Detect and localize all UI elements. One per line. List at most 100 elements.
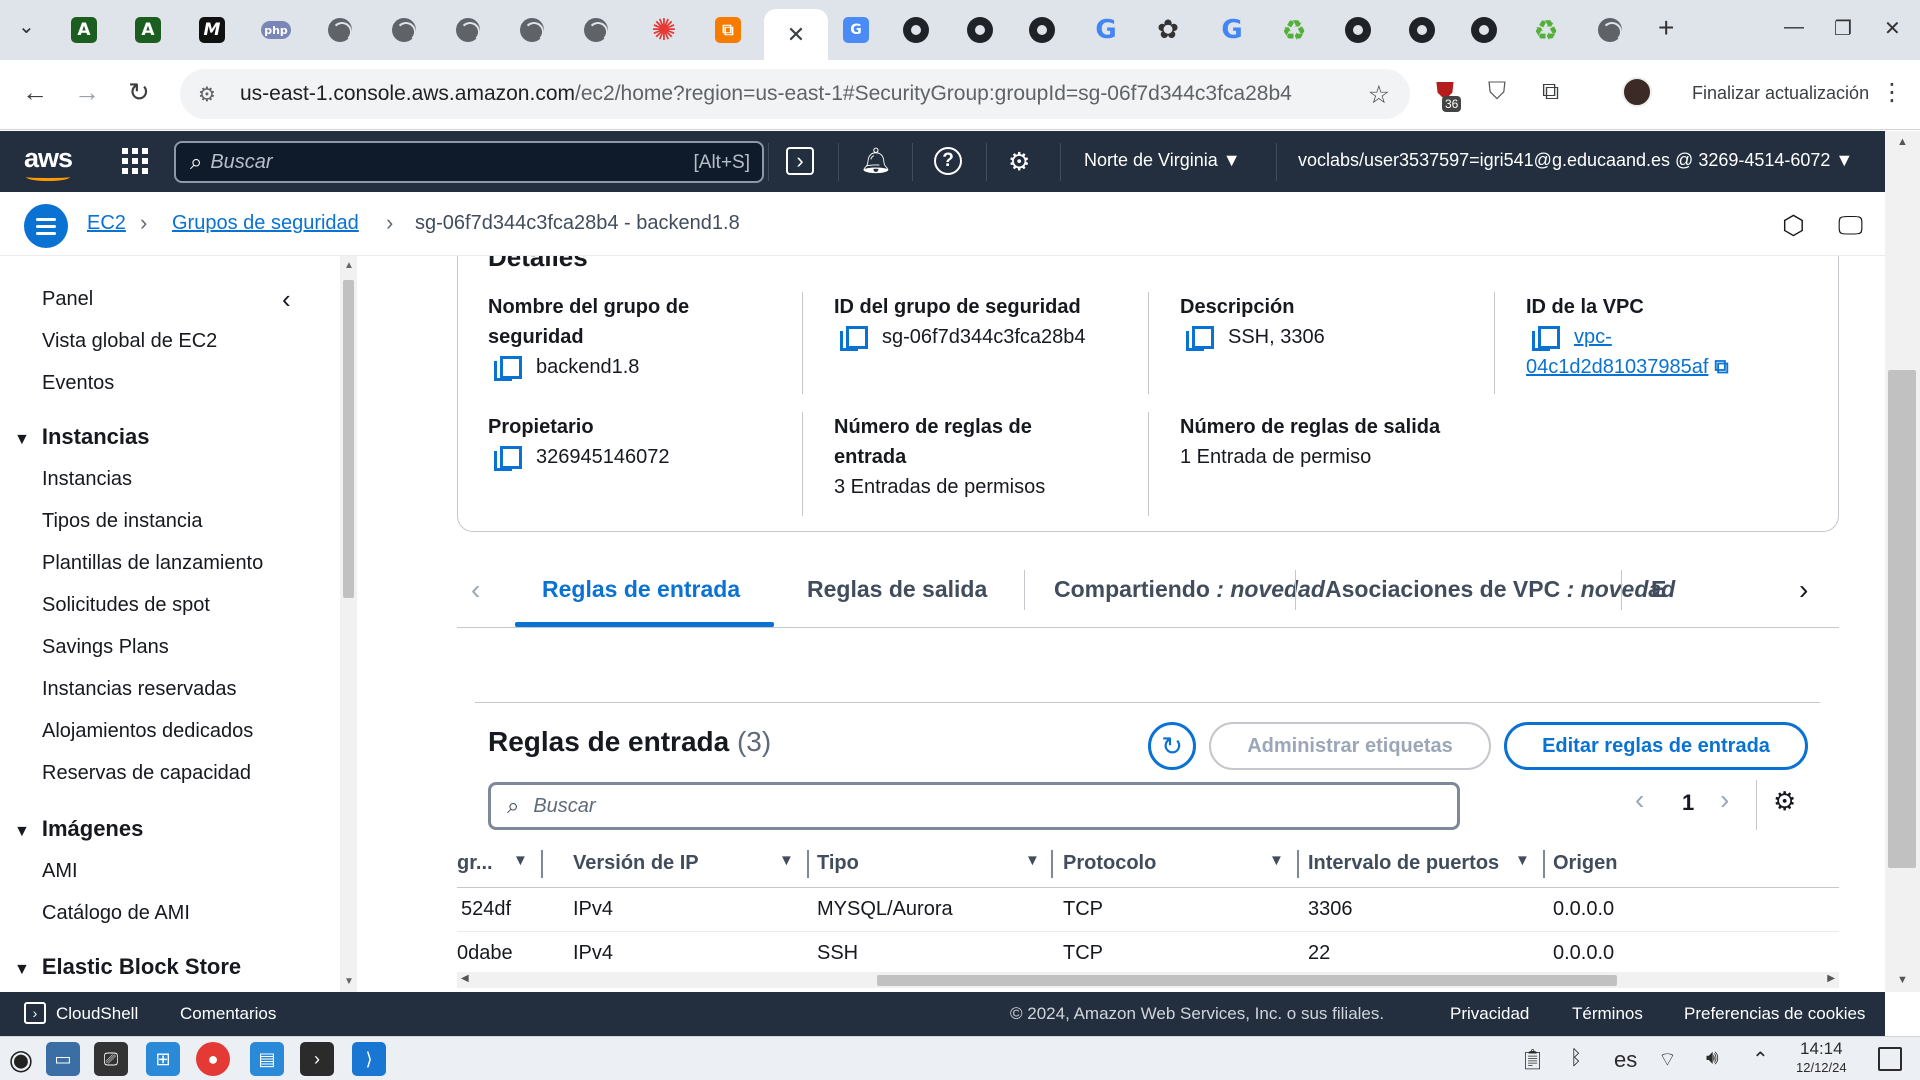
sidebar-item-reserved[interactable]: Instancias reservadas	[42, 678, 237, 701]
scroll-right-arrow-icon[interactable]: ▶	[1827, 973, 1835, 984]
column-header-source[interactable]: Origen	[1553, 852, 1617, 875]
bookmark-star-icon[interactable]: ☆	[1368, 80, 1390, 110]
column-resizer[interactable]	[807, 850, 809, 878]
copy-icon[interactable]	[494, 446, 522, 472]
sidebar-item-spot-requests[interactable]: Solicitudes de spot	[42, 594, 210, 617]
finish-update-button[interactable]: Finalizar actualización	[1692, 83, 1869, 104]
info-hexagon-icon[interactable]: ⬡	[1782, 210, 1805, 241]
display-settings-icon[interactable]: 🖵︎	[1838, 210, 1863, 242]
browser-tab[interactable]	[1394, 10, 1450, 50]
new-tab-icon[interactable]: +	[1658, 12, 1674, 44]
store-icon[interactable]: ⊞	[146, 1042, 180, 1076]
browser-tab[interactable]: A	[56, 10, 112, 50]
copy-icon[interactable]	[1532, 326, 1560, 352]
chrome-icon[interactable]: ●	[196, 1042, 230, 1076]
sidebar-item-ami-catalog[interactable]: Catálogo de AMI	[42, 902, 190, 925]
breadcrumb-ec2[interactable]: EC2	[87, 212, 126, 235]
profile-avatar[interactable]	[1622, 77, 1652, 107]
sidebar-item-instances[interactable]: Instancias	[42, 468, 132, 491]
breadcrumb-security-groups[interactable]: Grupos de seguridad	[172, 212, 359, 235]
show-desktop-icon[interactable]	[1878, 1047, 1902, 1071]
table-horizontal-scrollbar[interactable]: ◀ ▶	[457, 972, 1839, 988]
column-header-protocol[interactable]: Protocolo	[1063, 852, 1156, 875]
minimize-icon[interactable]: —	[1784, 16, 1804, 39]
column-resizer[interactable]	[541, 850, 543, 878]
browser-tab[interactable]: ✿	[1140, 10, 1196, 50]
sort-caret-icon[interactable]: ▼	[513, 852, 528, 869]
account-menu[interactable]: voclabs/user3537597=igri541@g.educaand.e…	[1298, 150, 1853, 171]
aws-search-input[interactable]: ⌕ Buscar [Alt+S]	[174, 141, 764, 183]
tab-outbound-rules[interactable]: Reglas de salida	[807, 576, 987, 603]
column-header-rule-id[interactable]: gr...	[457, 852, 493, 875]
sidebar-item-events[interactable]: Eventos	[42, 372, 114, 395]
browser-tab[interactable]: A	[120, 10, 176, 50]
desktop-icon[interactable]: ▭	[46, 1042, 80, 1076]
scroll-up-arrow-icon[interactable]: ▲	[344, 260, 354, 271]
sort-caret-icon[interactable]: ▼	[1515, 852, 1530, 869]
sidebar-item-capacity[interactable]: Reservas de capacidad	[42, 762, 251, 785]
sidebar-item-dedicated-hosts[interactable]: Alojamientos dedicados	[42, 720, 253, 743]
forward-icon[interactable]: →	[74, 77, 100, 108]
prev-page-icon[interactable]: ‹	[1635, 784, 1644, 816]
browser-tab[interactable]: php	[248, 10, 304, 50]
tab-sharing[interactable]: Compartiendo : novedad	[1054, 576, 1325, 603]
browser-tab[interactable]	[1456, 10, 1512, 50]
terms-link[interactable]: Términos	[1572, 1004, 1643, 1024]
browser-tab-active[interactable]: ✕	[764, 9, 828, 60]
sidebar-item-launch-templates[interactable]: Plantillas de lanzamiento	[42, 552, 263, 575]
cookie-preferences-link[interactable]: Preferencias de cookies	[1684, 1004, 1865, 1024]
terminal-icon[interactable]: ⎚	[94, 1042, 128, 1076]
browser-tab[interactable]: G	[1078, 10, 1134, 50]
sidebar-item-global-view[interactable]: Vista global de EC2	[42, 330, 217, 353]
address-bar[interactable]: ⚙ us-east-1.console.aws.amazon.com/ec2/h…	[180, 69, 1410, 119]
scroll-left-arrow-icon[interactable]: ◀	[461, 973, 469, 984]
edit-inbound-rules-button[interactable]: Editar reglas de entrada	[1504, 722, 1808, 770]
manage-tags-button[interactable]: Administrar etiquetas	[1209, 722, 1491, 770]
sidebar-section-instances[interactable]: ▼ Instancias	[14, 424, 149, 450]
volume-icon[interactable]: 🔊︎	[1706, 1047, 1719, 1070]
column-resizer[interactable]	[1297, 850, 1299, 878]
cloudshell-icon[interactable]: ›	[24, 1002, 46, 1024]
cloudshell-icon[interactable]: ›	[786, 147, 814, 175]
sort-caret-icon[interactable]: ▼	[1269, 852, 1284, 869]
tabs-scroll-right-icon[interactable]: ›	[1799, 574, 1808, 606]
sidebar-item-ami[interactable]: AMI	[42, 860, 78, 883]
browser-tab[interactable]	[312, 10, 368, 50]
column-resizer[interactable]	[1051, 850, 1053, 878]
close-window-icon[interactable]: ✕	[1884, 16, 1901, 41]
column-header-port-range[interactable]: Intervalo de puertos	[1308, 852, 1499, 875]
refresh-button[interactable]: ↻	[1148, 722, 1196, 770]
region-selector[interactable]: Norte de Virginia ▼	[1084, 150, 1241, 171]
tray-expand-icon[interactable]: ⌃	[1752, 1047, 1769, 1072]
browser-tab[interactable]: ✺	[636, 10, 692, 50]
help-icon[interactable]: ?	[934, 147, 962, 175]
browser-tab[interactable]	[1014, 10, 1070, 50]
reload-icon[interactable]: ↻	[128, 77, 150, 108]
scroll-up-arrow-icon[interactable]: ▲	[1897, 136, 1908, 148]
cloudshell-link[interactable]: CloudShell	[56, 1004, 138, 1024]
sidebar-section-ebs[interactable]: ▼ Elastic Block Store	[14, 954, 241, 980]
table-row[interactable]: 0dabe IPv4 SSH TCP 22 0.0.0.0	[457, 932, 1839, 976]
collapse-sidebar-chevron-icon[interactable]: ‹	[282, 284, 291, 315]
browser-tab[interactable]	[376, 10, 432, 50]
browser-tab[interactable]	[1582, 10, 1638, 50]
page-number[interactable]: 1	[1682, 790, 1694, 816]
tab-list-chevron-icon[interactable]: ⌄	[18, 14, 35, 39]
system-clock[interactable]: 14:14 12/12/24	[1796, 1039, 1847, 1077]
vpc-link[interactable]: 04c1d2d81037985af	[1526, 352, 1708, 382]
sidebar-item-panel[interactable]: Panel	[42, 288, 93, 311]
column-header-type[interactable]: Tipo	[817, 852, 859, 875]
privacy-link[interactable]: Privacidad	[1450, 1004, 1529, 1024]
copy-icon[interactable]	[840, 326, 868, 352]
browser-tab[interactable]	[1330, 10, 1386, 50]
side-nav-toggle-icon[interactable]	[24, 204, 68, 248]
console-icon[interactable]: ›	[300, 1042, 334, 1076]
vpc-link[interactable]: vpc-	[1574, 322, 1612, 352]
tab-inbound-rules[interactable]: Reglas de entrada	[542, 576, 740, 603]
browser-tab[interactable]	[568, 10, 624, 50]
clipboard-icon[interactable]: 📋︎	[1520, 1047, 1545, 1072]
column-resizer[interactable]	[1543, 850, 1545, 878]
browser-menu-icon[interactable]: ⋮	[1880, 78, 1904, 107]
feedback-link[interactable]: Comentarios	[180, 1004, 276, 1024]
external-link-icon[interactable]: ⧉	[1714, 352, 1728, 382]
